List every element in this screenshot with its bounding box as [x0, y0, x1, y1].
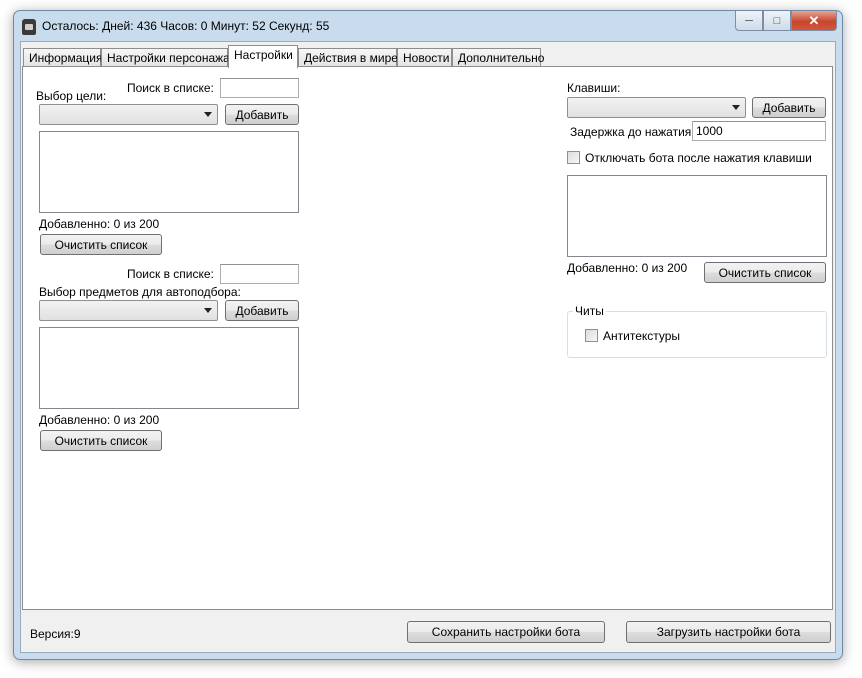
- antitextures-checkbox[interactable]: [585, 329, 598, 342]
- tab-settings[interactable]: Настройки: [228, 45, 298, 68]
- keys-combo[interactable]: [567, 97, 746, 118]
- client-area: Информация Настройки персонажа Настройки…: [20, 41, 836, 653]
- chevron-down-icon: [204, 112, 212, 117]
- caption-buttons: ─ □ ✕: [735, 11, 837, 31]
- antitextures-label[interactable]: Антитекстуры: [603, 329, 680, 343]
- window-title: Осталось: Дней: 436 Часов: 0 Минут: 52 С…: [42, 19, 330, 33]
- chevron-down-icon: [732, 105, 740, 110]
- target-add-button[interactable]: Добавить: [225, 104, 299, 125]
- tab-news[interactable]: Новости: [397, 48, 452, 66]
- items-add-button[interactable]: Добавить: [225, 300, 299, 321]
- items-listbox[interactable]: [39, 327, 299, 409]
- cheats-group-title: Читы: [573, 304, 606, 318]
- target-search-label: Поиск в списке:: [127, 81, 214, 95]
- target-added-count: Добавленно: 0 из 200: [39, 217, 160, 231]
- close-icon[interactable]: ✕: [791, 11, 837, 31]
- target-clear-button[interactable]: Очистить список: [40, 234, 162, 255]
- tab-info[interactable]: Информация: [23, 48, 102, 66]
- tab-world-actions[interactable]: Действия в мире: [298, 48, 398, 66]
- delay-input[interactable]: [692, 121, 826, 141]
- version-label: Версия:9: [30, 627, 81, 641]
- tab-additional[interactable]: Дополнительно: [452, 48, 544, 66]
- delay-label: Задержка до нажатия:: [570, 125, 695, 139]
- main-window: Осталось: Дней: 436 Часов: 0 Минут: 52 С…: [13, 10, 843, 660]
- minimize-icon[interactable]: ─: [735, 11, 763, 31]
- target-select-label: Выбор цели:: [36, 89, 107, 103]
- items-select-label: Выбор предметов для автоподбора:: [39, 285, 241, 299]
- save-settings-button[interactable]: Сохранить настройки бота: [407, 621, 605, 643]
- maximize-icon[interactable]: □: [763, 11, 791, 31]
- load-settings-button[interactable]: Загрузить настройки бота: [626, 621, 831, 643]
- settings-panel: Поиск в списке: Выбор цели: Добавить Доб…: [22, 66, 833, 610]
- keys-listbox[interactable]: [567, 175, 827, 257]
- title-bar[interactable]: Осталось: Дней: 436 Часов: 0 Минут: 52 С…: [14, 11, 842, 41]
- items-clear-button[interactable]: Очистить список: [40, 430, 162, 451]
- keys-label: Клавиши:: [567, 81, 621, 95]
- target-search-input[interactable]: [220, 78, 299, 98]
- keys-clear-button[interactable]: Очистить список: [704, 262, 826, 283]
- chevron-down-icon: [204, 308, 212, 313]
- items-search-label: Поиск в списке:: [127, 267, 214, 281]
- target-combo[interactable]: [39, 104, 218, 125]
- keys-added-count: Добавленно: 0 из 200: [567, 261, 688, 275]
- items-search-input[interactable]: [220, 264, 299, 284]
- disable-bot-checkbox-label[interactable]: Отключать бота после нажатия клавиши: [585, 151, 812, 165]
- tab-character-settings[interactable]: Настройки персонажа: [101, 48, 230, 66]
- robot-icon: [22, 19, 36, 35]
- disable-bot-checkbox[interactable]: [567, 151, 580, 164]
- target-listbox[interactable]: [39, 131, 299, 213]
- keys-add-button[interactable]: Добавить: [752, 97, 826, 118]
- items-added-count: Добавленно: 0 из 200: [39, 413, 160, 427]
- items-combo[interactable]: [39, 300, 218, 321]
